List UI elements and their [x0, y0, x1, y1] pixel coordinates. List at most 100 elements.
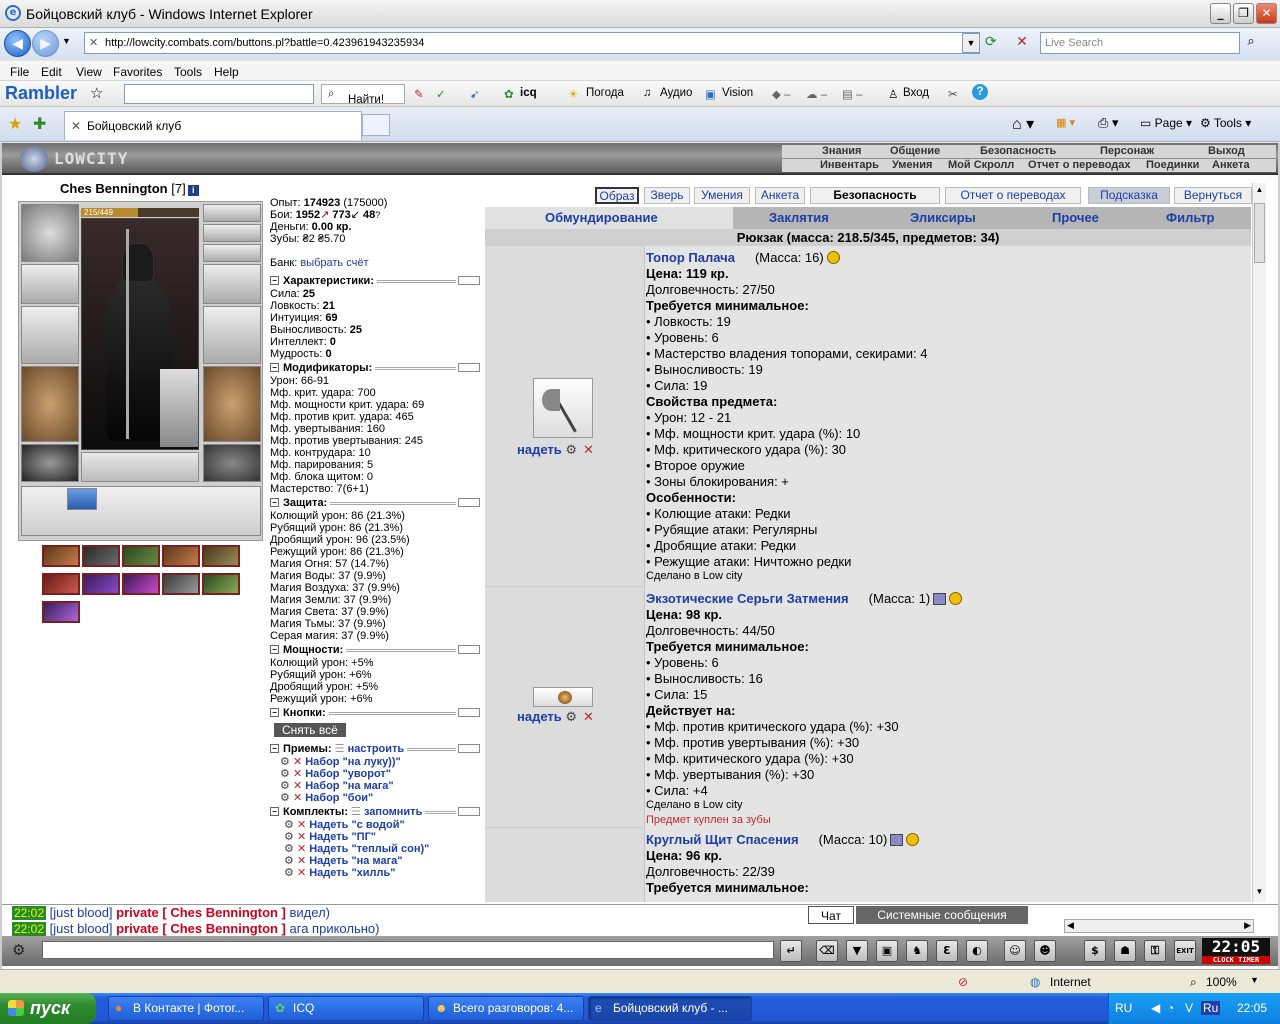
back-button[interactable]: ◀: [4, 30, 31, 57]
delete-icon[interactable]: ✕: [293, 756, 302, 768]
gear-icon[interactable]: ⚙: [284, 831, 294, 843]
scroll-up-icon[interactable]: ▲: [1254, 185, 1265, 197]
delete-icon[interactable]: ✕: [293, 780, 302, 792]
nav-personazh[interactable]: Персонаж: [1100, 145, 1154, 157]
gloves-slot[interactable]: [203, 264, 261, 304]
exit-icon[interactable]: EXIT: [1174, 940, 1196, 962]
buff-icon-11[interactable]: [42, 601, 80, 623]
nav-umeniya[interactable]: Умения: [892, 159, 932, 171]
tray-icon-ru[interactable]: Ru: [1201, 1001, 1221, 1015]
podskazka-button[interactable]: Подсказка: [1088, 187, 1170, 204]
translit-icon[interactable]: Ԑ: [936, 940, 958, 962]
nav-znaniya[interactable]: Знания: [822, 145, 861, 157]
zver-button[interactable]: Зверь: [644, 187, 690, 204]
kit-link[interactable]: Надеть "на мага": [309, 855, 402, 867]
cloud-icon[interactable]: ☁ –: [806, 87, 827, 101]
chat-message-input[interactable]: [42, 941, 774, 959]
shield-slot[interactable]: [203, 306, 261, 364]
buff-icon-7[interactable]: [82, 573, 120, 595]
menu-tools[interactable]: Tools: [174, 65, 202, 79]
rambler-search-input[interactable]: [124, 84, 314, 104]
tray-icon-back[interactable]: ◀: [1151, 1001, 1160, 1015]
menu-file[interactable]: File: [10, 65, 29, 79]
share-icon[interactable]: ➹: [470, 87, 480, 101]
gear-icon[interactable]: ⚙: [284, 867, 294, 879]
popup-blocked-icon[interactable]: ⊘: [958, 975, 968, 989]
menu-favorites[interactable]: Favorites: [113, 65, 162, 79]
section-tricks[interactable]: − Приемы: ☰ настроить: [270, 743, 480, 755]
move-arrows-icon[interactable]: [458, 363, 480, 372]
filter-icon[interactable]: ▼: [846, 940, 868, 962]
nav-anketa[interactable]: Анкета: [1212, 159, 1250, 171]
kit-link[interactable]: Надеть "ПГ": [309, 831, 376, 843]
nav-vyhod[interactable]: Выход: [1208, 145, 1245, 157]
move-arrows-icon[interactable]: [458, 708, 480, 717]
repair-icon[interactable]: [949, 592, 963, 605]
menu-view[interactable]: View: [76, 65, 102, 79]
collapse-icon[interactable]: −: [270, 744, 279, 753]
feeds-icon[interactable]: ▦ ▾: [1056, 116, 1075, 129]
section-mods[interactable]: − Модификаторы:: [270, 362, 480, 374]
buff-icon-1[interactable]: [42, 545, 80, 567]
task-conversations[interactable]: ☻ Всего разговоров: 4...: [428, 996, 584, 1021]
trick-set-link[interactable]: Набор "уворот": [305, 768, 391, 780]
language-indicator[interactable]: RU: [1115, 1001, 1132, 1015]
minimize-button[interactable]: _: [1210, 3, 1231, 24]
gear-icon[interactable]: ⚙: [284, 819, 294, 831]
info-icon[interactable]: i: [187, 185, 199, 196]
url-field[interactable]: ✕ http://lowcity.combats.com/buttons.pl?…: [84, 32, 980, 54]
gear-icon[interactable]: ⚙: [280, 780, 290, 792]
earrings-slot[interactable]: [203, 224, 261, 242]
page-scrollbar[interactable]: ▲ ▼: [1252, 183, 1266, 902]
scroll-thumb[interactable]: [1254, 203, 1265, 263]
move-arrows-icon[interactable]: [458, 498, 480, 507]
tab-filtr[interactable]: Фильтр: [1166, 210, 1215, 225]
audio-button[interactable]: Аудио: [660, 87, 692, 99]
tools-menu[interactable]: ⚙ Tools ▾: [1200, 116, 1251, 130]
scroll-item[interactable]: [67, 488, 97, 510]
section-kits[interactable]: − Комплекты: ☰ запомнить: [270, 806, 480, 818]
earrings-image[interactable]: [533, 687, 593, 707]
section-buttons[interactable]: − Кнопки:: [270, 707, 480, 719]
search-input[interactable]: Live Search: [1040, 32, 1240, 54]
collapse-icon[interactable]: −: [270, 363, 279, 372]
rune-slots[interactable]: [81, 452, 199, 482]
repair-icon[interactable]: [906, 833, 920, 846]
nav-bezopasnost[interactable]: Безопасность: [980, 145, 1056, 157]
gear-icon[interactable]: ⚙: [280, 792, 290, 804]
search-icon[interactable]: ⌕: [1240, 33, 1262, 53]
menu-help[interactable]: Help: [214, 65, 239, 79]
delete-icon[interactable]: ✕: [293, 768, 302, 780]
collapse-icon[interactable]: −: [270, 276, 279, 285]
chat-tab[interactable]: Чат: [808, 906, 854, 924]
gear-icon[interactable]: ⚙: [280, 768, 290, 780]
run-icon[interactable]: ♞: [906, 940, 928, 962]
section-chars[interactable]: − Характеристики:: [270, 275, 480, 287]
leggings-slot[interactable]: [203, 366, 261, 442]
nav-inventar[interactable]: Инвентарь: [820, 159, 879, 171]
repair-icon[interactable]: [826, 251, 840, 264]
rings-slot[interactable]: [203, 244, 261, 262]
trick-set-link[interactable]: Набор "бои": [305, 792, 373, 804]
task-vkontakte[interactable]: ● В Контакте | Фотог...: [108, 996, 264, 1021]
print-icon[interactable]: ⎙ ▾: [1098, 115, 1119, 131]
tab-eliksiry[interactable]: Эликсиры: [910, 210, 976, 225]
tab-obmundirovanie[interactable]: Обмундирование: [545, 210, 658, 225]
stop-icon[interactable]: ✕: [1012, 33, 1032, 53]
scroll-slots[interactable]: [21, 486, 261, 536]
save-icon[interactable]: ▣: [876, 940, 898, 962]
trick-set-link[interactable]: Набор "на луку))": [305, 756, 401, 768]
vision-button[interactable]: Vision: [722, 87, 753, 99]
collapse-icon[interactable]: −: [270, 708, 279, 717]
lock-icon[interactable]: ⚿: [1144, 940, 1166, 962]
delete-icon[interactable]: ✕: [297, 843, 306, 855]
weather-button[interactable]: Погода: [586, 87, 624, 99]
bracers-slot[interactable]: [21, 264, 79, 304]
wear-link[interactable]: надеть ⚙ ✕: [517, 442, 594, 458]
kit-link[interactable]: Надеть "хилль": [309, 867, 395, 879]
page-menu[interactable]: ▭ Page ▾: [1140, 116, 1192, 130]
chat-hscroll[interactable]: ◀ ▶: [1064, 919, 1254, 933]
trick-set-link[interactable]: Набор "на мага": [305, 780, 393, 792]
item-name-link[interactable]: Топор Палача: [646, 250, 735, 265]
axe-image[interactable]: [533, 378, 593, 438]
